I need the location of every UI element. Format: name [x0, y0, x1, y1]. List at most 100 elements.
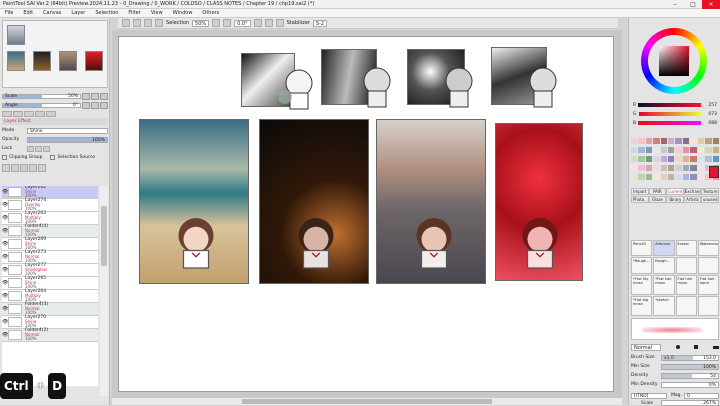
- brush-slot[interactable]: *Flat hair mnsn: [653, 274, 675, 295]
- color-swatch[interactable]: [645, 156, 653, 162]
- color-swatch[interactable]: [668, 174, 675, 180]
- color-swatch[interactable]: [638, 174, 645, 180]
- color-swatch[interactable]: [675, 156, 682, 162]
- color-swatch[interactable]: [697, 174, 705, 180]
- red-slider[interactable]: R 257: [633, 102, 717, 108]
- selection-source-checkbox[interactable]: [50, 155, 56, 160]
- color-swatch[interactable]: [682, 165, 690, 171]
- lock-icon[interactable]: [43, 145, 50, 152]
- zoom-out-icon[interactable]: [212, 19, 221, 27]
- color-swatch[interactable]: [682, 147, 690, 153]
- merge-icon[interactable]: [29, 164, 37, 172]
- color-swatch[interactable]: [705, 147, 712, 153]
- brush-slot[interactable]: Pencil3: [631, 240, 653, 257]
- color-swatch[interactable]: [631, 156, 638, 162]
- color-swatch[interactable]: [631, 138, 638, 144]
- new-layer-icon[interactable]: [2, 164, 10, 172]
- min-size-slider[interactable]: 100%: [661, 363, 719, 370]
- color-swatch[interactable]: [682, 156, 690, 162]
- color-swatch[interactable]: [712, 147, 719, 153]
- color-swatch[interactable]: [653, 174, 660, 180]
- scale-reset-button[interactable]: [100, 92, 108, 100]
- color-swatch[interactable]: [705, 156, 712, 162]
- texture-select[interactable]: [ITND]: [631, 392, 667, 399]
- brush-tab[interactable]: library: [666, 196, 684, 203]
- brush-shape-icon[interactable]: [694, 345, 699, 349]
- color-swatch[interactable]: [690, 174, 697, 180]
- brush-slot[interactable]: Flat hair hand: [697, 274, 719, 295]
- navigator-preview[interactable]: [2, 20, 108, 88]
- flip-icon[interactable]: [275, 19, 284, 27]
- blend-mode-select[interactable]: Shine: [27, 127, 108, 134]
- color-swatch[interactable]: [712, 138, 719, 144]
- delete-layer-icon[interactable]: [38, 164, 46, 172]
- brush-slot[interactable]: [697, 295, 719, 316]
- scale-minus-button[interactable]: [82, 92, 90, 100]
- canvas[interactable]: [118, 36, 614, 392]
- rotate-left-icon[interactable]: [253, 19, 262, 27]
- color-swatch[interactable]: [690, 165, 697, 171]
- layer-row[interactable]: 👁 Layer270 Shine 100%: [2, 315, 98, 329]
- density-slider[interactable]: 54: [661, 372, 719, 379]
- brush-tab[interactable]: Glaze: [648, 196, 667, 203]
- color-swatch[interactable]: [645, 147, 653, 153]
- clipping-checkbox[interactable]: [2, 155, 7, 160]
- brush-tab[interactable]: Current: [666, 188, 684, 195]
- brush-slot[interactable]: Eraser: [675, 240, 697, 257]
- new-folder-icon[interactable]: [20, 164, 28, 172]
- layer-row[interactable]: 👁 Layer265 Shine 100%: [2, 276, 98, 290]
- layer-folder-row[interactable]: 👁 Folder4(3) Normal 100%: [2, 302, 98, 316]
- color-swatch[interactable]: [645, 138, 653, 144]
- brush-mode-select[interactable]: Normal: [631, 343, 661, 351]
- color-swatch[interactable]: [631, 174, 638, 180]
- color-swatch[interactable]: [653, 156, 660, 162]
- texture-scale-slider[interactable]: 267%: [661, 400, 719, 406]
- color-swatch[interactable]: [682, 138, 690, 144]
- brush-slot[interactable]: *Rough...: [631, 257, 653, 274]
- color-swatch[interactable]: [697, 165, 705, 171]
- stabilizer-field[interactable]: S-2: [312, 19, 328, 27]
- color-swatch[interactable]: [660, 165, 668, 171]
- color-swatch[interactable]: [638, 147, 645, 153]
- brush-tab[interactable]: Import: [631, 188, 649, 195]
- brush-slot[interactable]: *Flat big mnsn: [631, 295, 653, 316]
- tool-icon[interactable]: [35, 111, 45, 117]
- color-swatch[interactable]: [675, 138, 682, 144]
- menu-file[interactable]: File: [0, 10, 18, 16]
- rotation-field[interactable]: 0.0°: [234, 19, 251, 27]
- brush-shape-icon[interactable]: [712, 345, 719, 349]
- color-swatch[interactable]: [653, 147, 660, 153]
- brush-slot[interactable]: *Flat Sty mnsn: [631, 274, 653, 295]
- color-swatch[interactable]: [668, 147, 675, 153]
- layer-row[interactable]: 👁 Layer269 Shine 100%: [2, 237, 98, 251]
- brush-slot[interactable]: *sketch: [653, 295, 675, 316]
- brush-slot[interactable]: [675, 295, 697, 316]
- scale-plus-button[interactable]: [91, 92, 99, 100]
- layer-row[interactable]: 👁 Layer277 Shadeglow 100%: [2, 263, 98, 277]
- redo-icon[interactable]: [133, 19, 141, 27]
- brush-slot[interactable]: [697, 257, 719, 274]
- menu-view[interactable]: View: [146, 10, 168, 16]
- angle-plus-button[interactable]: [91, 101, 99, 109]
- brush-tab[interactable]: PAIR: [648, 188, 667, 195]
- brush-slot[interactable]: [675, 257, 697, 274]
- maximize-button[interactable]: □: [684, 0, 702, 9]
- color-swatch[interactable]: [690, 147, 697, 153]
- layer-scrollbar[interactable]: [100, 186, 108, 396]
- color-swatch[interactable]: [675, 147, 682, 153]
- zoom-field[interactable]: 50%: [192, 19, 210, 27]
- color-swatch[interactable]: [675, 165, 682, 171]
- layer-effect-header[interactable]: Layer Effect: [2, 118, 108, 125]
- current-color[interactable]: [709, 166, 719, 178]
- brush-tab[interactable]: Exchange: [683, 188, 702, 195]
- layer-row[interactable]: 👁 Layer274 Overlay 100%: [2, 198, 98, 212]
- menu-window[interactable]: Window: [168, 10, 198, 16]
- zoom-in-icon[interactable]: [223, 19, 232, 27]
- new-linework-icon[interactable]: [11, 164, 19, 172]
- color-swatch[interactable]: [638, 138, 645, 144]
- color-swatch[interactable]: [660, 147, 668, 153]
- undo-icon[interactable]: [122, 19, 130, 27]
- color-swatch[interactable]: [712, 156, 719, 162]
- layer-folder-row[interactable]: 👁 Folder4(4) Normal 100%: [2, 224, 98, 238]
- angle-reset-button[interactable]: [100, 101, 108, 109]
